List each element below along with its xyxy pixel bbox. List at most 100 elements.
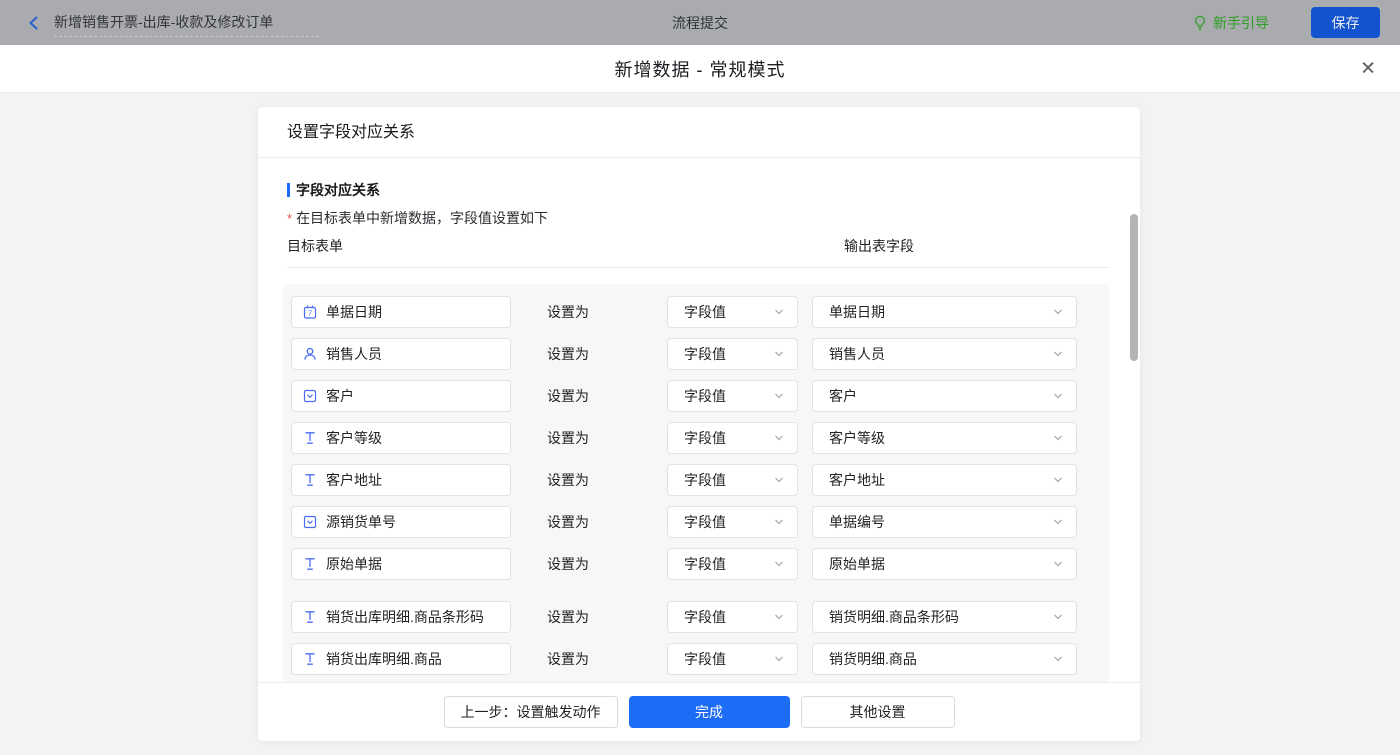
text-icon [302, 651, 318, 667]
save-button[interactable]: 保存 [1311, 7, 1380, 38]
chevron-down-icon [1052, 306, 1064, 318]
field-mapping-list: 7 单据日期 设置为 字段值 单据日期 销售人员 设置为 字段值 销售人员 客户… [283, 284, 1110, 682]
output-field-select[interactable]: 客户等级 [812, 422, 1077, 454]
chevron-down-icon [773, 611, 785, 623]
chevron-down-icon [1052, 558, 1064, 570]
target-field-box: 销售人员 [291, 338, 511, 370]
svg-text:7: 7 [308, 309, 312, 318]
value-mode-select[interactable]: 字段值 [667, 601, 798, 633]
user-icon [302, 346, 318, 362]
target-field-box: 原始单据 [291, 548, 511, 580]
lightbulb-icon [1192, 15, 1208, 31]
set-as-label: 设置为 [547, 609, 589, 625]
value-mode-select[interactable]: 字段值 [667, 548, 798, 580]
target-field-label: 销货出库明细.商品 [326, 651, 442, 667]
column-header-target-form: 目标表单 [287, 238, 343, 254]
chevron-down-icon [773, 653, 785, 665]
mapping-row: 客户 设置为 字段值 客户 [291, 380, 1110, 412]
value-mode-select[interactable]: 字段值 [667, 380, 798, 412]
output-field-select[interactable]: 单据日期 [812, 296, 1077, 328]
set-as-label: 设置为 [547, 472, 589, 488]
text-icon [302, 472, 318, 488]
output-field-select[interactable]: 销货明细.商品 [812, 643, 1077, 675]
output-field-select[interactable]: 销货明细.商品条形码 [812, 601, 1077, 633]
mapping-row: 客户等级 设置为 字段值 客户等级 [291, 422, 1110, 454]
mapping-row: 销货出库明细.商品 设置为 字段值 销货明细.商品 [291, 643, 1110, 675]
modal-title: 新增数据 - 常规模式 [614, 59, 786, 80]
card-footer: 上一步：设置触发动作 完成 其他设置 [258, 682, 1140, 740]
scrollbar-thumb[interactable] [1130, 214, 1138, 361]
modal-header: 新增数据 - 常规模式 ✕ [0, 45, 1400, 93]
output-field-select[interactable]: 客户地址 [812, 464, 1077, 496]
chevron-down-icon [773, 348, 785, 360]
mapping-row: 销货出库明细.商品条形码 设置为 字段值 销货明细.商品条形码 [291, 601, 1110, 633]
back-button[interactable] [26, 15, 42, 31]
mapping-row: 源销货单号 设置为 字段值 单据编号 [291, 506, 1110, 538]
beginner-guide-link[interactable]: 新手引导 [1192, 13, 1269, 33]
set-as-label: 设置为 [547, 651, 589, 667]
chevron-down-icon [1052, 432, 1064, 444]
chevron-down-icon [773, 390, 785, 402]
output-field-select[interactable]: 客户 [812, 380, 1077, 412]
field-mapping-card: 设置字段对应关系 字段对应关系 * 在目标表单中新增数据，字段值设置如下 目标表单… [258, 107, 1140, 741]
section-title: 字段对应关系 [296, 182, 380, 198]
target-field-box: 源销货单号 [291, 506, 511, 538]
section-accent-bar [287, 183, 290, 197]
value-mode-select[interactable]: 字段值 [667, 422, 798, 454]
value-mode-select[interactable]: 字段值 [667, 643, 798, 675]
set-as-label: 设置为 [547, 346, 589, 362]
chevron-left-icon [26, 15, 42, 31]
set-as-label: 设置为 [547, 388, 589, 404]
chevron-down-icon [1052, 348, 1064, 360]
set-as-label: 设置为 [547, 556, 589, 572]
prev-step-button[interactable]: 上一步：设置触发动作 [443, 695, 618, 728]
value-mode-select[interactable]: 字段值 [667, 338, 798, 370]
value-mode-select[interactable]: 字段值 [667, 464, 798, 496]
set-as-label: 设置为 [547, 304, 589, 320]
set-as-label: 设置为 [547, 514, 589, 530]
calendar-icon: 7 [302, 304, 318, 320]
text-icon [302, 609, 318, 625]
value-mode-select[interactable]: 字段值 [667, 506, 798, 538]
flow-name[interactable]: 新增销售开票-出库-收款及修改订单 [54, 9, 320, 37]
text-icon [302, 556, 318, 572]
target-field-box: 销货出库明细.商品 [291, 643, 511, 675]
value-mode-select[interactable]: 字段值 [667, 296, 798, 328]
target-field-box: 销货出库明细.商品条形码 [291, 601, 511, 633]
divider [287, 267, 1110, 268]
target-field-box: 客户等级 [291, 422, 511, 454]
target-field-label: 客户 [326, 388, 354, 404]
target-field-box: 客户地址 [291, 464, 511, 496]
chevron-down-icon [773, 474, 785, 486]
chevron-down-icon [773, 432, 785, 444]
chevron-down-icon [1052, 516, 1064, 528]
target-field-label: 源销货单号 [326, 514, 396, 530]
chevron-down-icon [1052, 653, 1064, 665]
set-as-label: 设置为 [547, 430, 589, 446]
text-icon [302, 430, 318, 446]
target-field-box: 客户 [291, 380, 511, 412]
select-icon [302, 514, 318, 530]
chevron-down-icon [1052, 390, 1064, 402]
mapping-row: 原始单据 设置为 字段值 原始单据 [291, 548, 1110, 580]
chevron-down-icon [773, 516, 785, 528]
other-settings-button[interactable]: 其他设置 [800, 695, 955, 728]
mapping-row: 7 单据日期 设置为 字段值 单据日期 [291, 296, 1110, 328]
card-title: 设置字段对应关系 [258, 107, 1140, 158]
mapping-row: 客户地址 设置为 字段值 客户地址 [291, 464, 1110, 496]
chevron-down-icon [1052, 474, 1064, 486]
output-field-select[interactable]: 销售人员 [812, 338, 1077, 370]
modal-body: 设置字段对应关系 字段对应关系 * 在目标表单中新增数据，字段值设置如下 目标表单… [0, 93, 1400, 755]
output-field-select[interactable]: 原始单据 [812, 548, 1077, 580]
done-button[interactable]: 完成 [628, 695, 790, 728]
column-headers: 目标表单 输出表字段 [287, 236, 1110, 256]
target-field-box: 7 单据日期 [291, 296, 511, 328]
target-field-label: 客户地址 [326, 472, 382, 488]
target-field-label: 销货出库明细.商品条形码 [326, 609, 484, 625]
beginner-guide-label: 新手引导 [1213, 14, 1269, 31]
output-field-select[interactable]: 单据编号 [812, 506, 1077, 538]
close-icon[interactable]: ✕ [1360, 59, 1376, 78]
section-description: * 在目标表单中新增数据，字段值设置如下 [287, 210, 549, 226]
select-icon [302, 388, 318, 404]
target-field-label: 销售人员 [326, 346, 382, 362]
